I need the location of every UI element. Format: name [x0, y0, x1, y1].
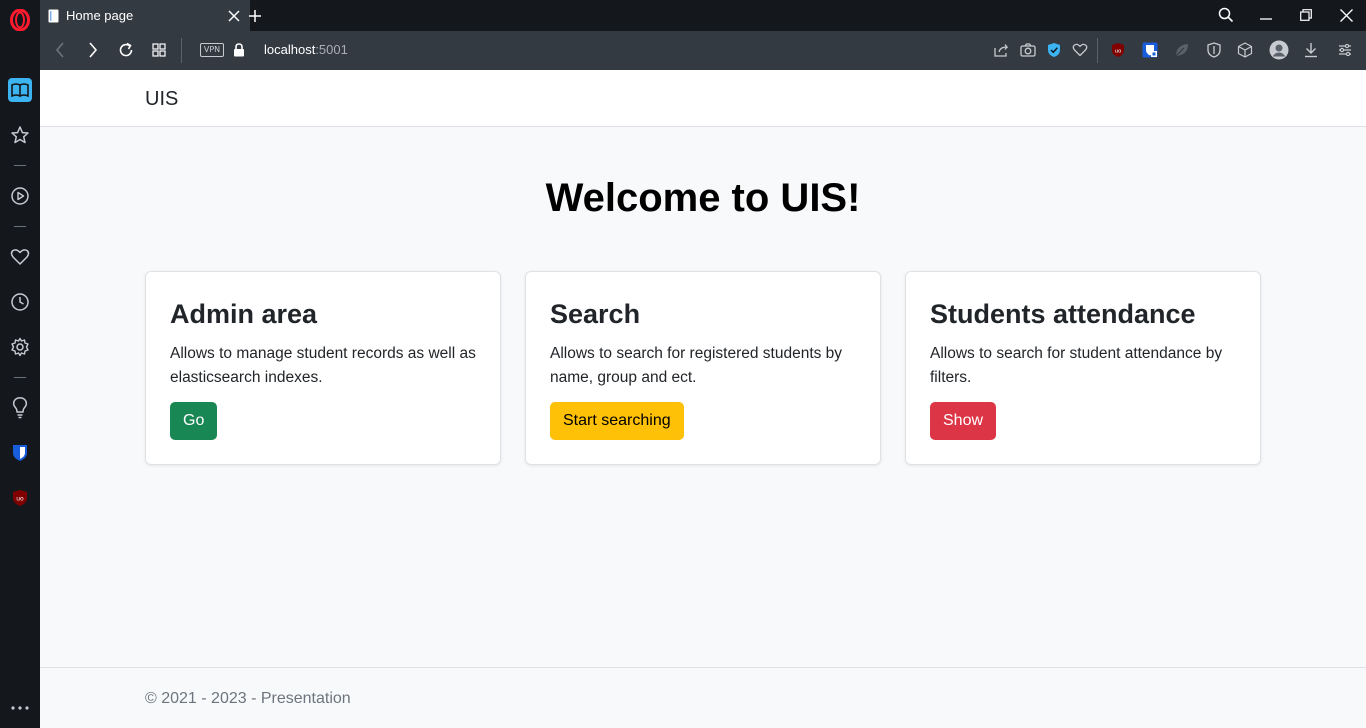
profile-avatar-icon[interactable] — [1267, 38, 1291, 62]
bitwarden-icon[interactable] — [8, 441, 32, 465]
card-title: Search — [550, 299, 641, 329]
share-icon[interactable] — [990, 38, 1014, 62]
card-text: Allows to manage student records as well… — [170, 345, 476, 386]
page-title: Welcome to UIS! — [545, 176, 861, 220]
leaf-extension-icon[interactable] — [1170, 38, 1194, 62]
card-text: Allows to search for student attendance … — [930, 345, 1223, 386]
page-favicon-icon — [48, 9, 59, 22]
card-title: Admin area — [170, 299, 318, 329]
easy-setup-icon[interactable] — [1333, 38, 1357, 62]
web-page: UIS Welcome to UIS! Admin area Allows to… — [40, 70, 1366, 728]
card-search: Search Allows to search for registered s… — [525, 271, 881, 465]
tab-search-icon[interactable] — [1212, 2, 1240, 28]
shield-extension-icon[interactable] — [1202, 38, 1226, 62]
url-port: :5001 — [315, 42, 348, 57]
url-host: localhost — [264, 42, 316, 57]
shield-check-icon[interactable] — [1042, 38, 1066, 62]
card-students-attendance: Students attendance Allows to search for… — [905, 271, 1261, 465]
back-icon[interactable] — [48, 38, 72, 62]
forward-icon[interactable] — [81, 38, 105, 62]
lock-icon[interactable] — [227, 38, 251, 62]
history-clock-icon[interactable] — [8, 290, 32, 314]
tab-title: Home page — [66, 8, 134, 23]
footer-copyright: © 2021 - 2023 - Presentation — [145, 690, 351, 707]
download-icon[interactable] — [1299, 38, 1323, 62]
vpn-badge[interactable]: VPN — [200, 43, 224, 57]
speed-dial-icon[interactable] — [8, 123, 32, 147]
opera-logo-icon[interactable] — [8, 8, 32, 32]
svg-text:uo: uo — [16, 496, 24, 503]
card-text: Allows to search for registered students… — [550, 345, 843, 386]
ublock-extension-icon[interactable]: uo — [1106, 38, 1130, 62]
heart-icon[interactable] — [1068, 38, 1092, 62]
bookmarks-heart-icon[interactable] — [8, 245, 32, 269]
navbar-brand[interactable]: UIS — [145, 88, 178, 111]
ublock-icon[interactable]: uo — [8, 486, 32, 510]
tab-grid-icon[interactable] — [147, 38, 171, 62]
card-title: Students attendance — [930, 299, 1196, 329]
close-window-icon[interactable] — [1332, 2, 1360, 28]
reading-list-icon[interactable] — [8, 78, 32, 102]
browser-toolbar: VPN localhost:5001 uo — [40, 31, 1366, 70]
site-footer: © 2021 - 2023 - Presentation — [40, 667, 1366, 728]
start-searching-button[interactable]: Start searching — [550, 402, 684, 440]
svg-text:uo: uo — [1115, 49, 1122, 55]
lightbulb-icon[interactable] — [8, 396, 32, 420]
reload-icon[interactable] — [114, 38, 138, 62]
address-bar[interactable]: localhost:5001 — [264, 42, 348, 57]
camera-icon[interactable] — [1016, 38, 1040, 62]
cube-extension-icon[interactable] — [1233, 38, 1257, 62]
bitwarden-extension-icon[interactable] — [1138, 38, 1162, 62]
site-navbar: UIS — [40, 70, 1366, 127]
more-icon[interactable] — [8, 696, 32, 720]
tab-home-page[interactable]: Home page — [40, 0, 250, 31]
new-tab-plus-icon[interactable] — [243, 4, 267, 28]
restore-icon[interactable] — [1292, 2, 1320, 28]
minimize-icon[interactable] — [1252, 2, 1280, 28]
tab-strip: Home page — [40, 0, 1366, 31]
show-button[interactable]: Show — [930, 402, 997, 440]
card-admin-area: Admin area Allows to manage student reco… — [145, 271, 501, 465]
browser-sidebar: uo — [0, 0, 40, 728]
go-button[interactable]: Go — [170, 402, 218, 440]
settings-gear-icon[interactable] — [8, 335, 32, 359]
player-icon[interactable] — [8, 184, 32, 208]
